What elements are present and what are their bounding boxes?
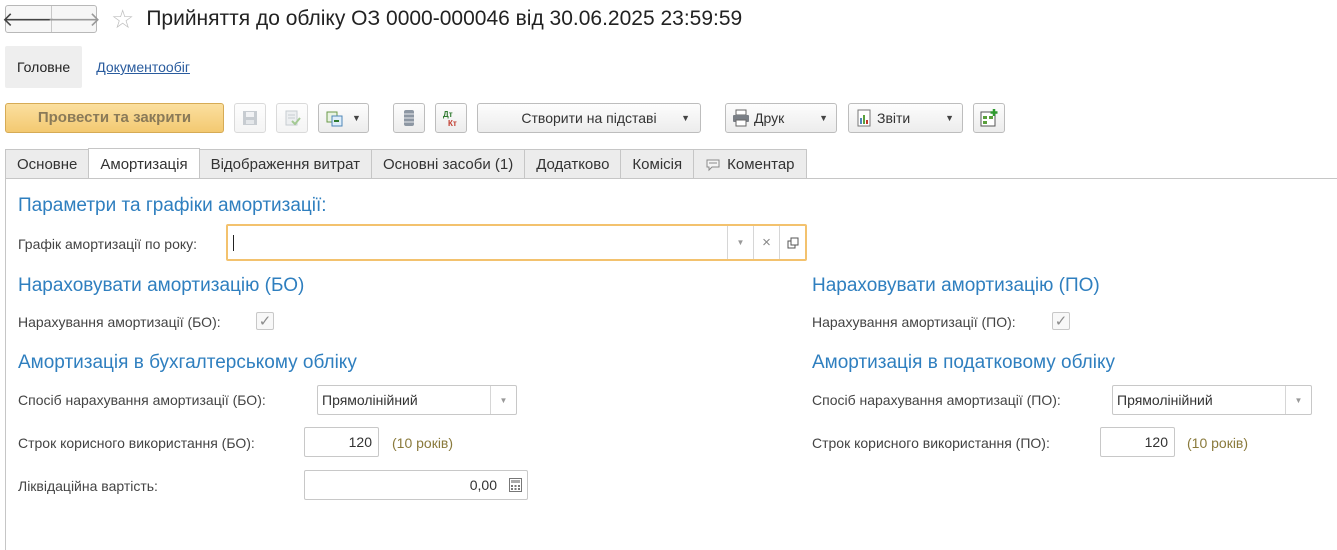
bo-term-value: 120 <box>348 434 372 450</box>
section-workflow-link[interactable]: Документообіг <box>96 59 190 75</box>
po-accrue-label: Нарахування амортизації (ПО): <box>812 314 1016 330</box>
reports-button[interactable]: Звіти ▼ <box>848 102 963 133</box>
schedule-open-button[interactable] <box>779 226 805 259</box>
dropdown-arrow-icon: ▼ <box>945 112 954 123</box>
arrow-right-icon: 🡒 <box>47 8 101 31</box>
reports-label: Звіти <box>877 109 911 126</box>
dropdown-arrow-icon: ▼ <box>681 112 690 123</box>
create-based-on-button[interactable]: Створити на підставі ▼ <box>477 102 701 133</box>
params-heading: Параметри та графіки амортизації: <box>18 195 327 216</box>
print-label: Друк <box>754 109 785 126</box>
po-accrue-heading: Нараховувати амортизацію (ПО) <box>812 275 1100 296</box>
checkmark-icon: ✓ <box>258 313 272 330</box>
favorite-star-icon[interactable]: ☆ <box>111 6 134 32</box>
document-title: Прийняття до обліку ОЗ 0000-000046 від 3… <box>146 7 743 30</box>
structure-add-icon <box>980 108 998 126</box>
title-bar: 🡐 🡒 ☆ Прийняття до обліку ОЗ 0000-000046… <box>2 4 743 34</box>
tab-expense-reflection[interactable]: Відображення витрат <box>198 149 372 179</box>
tab-main[interactable]: Основне <box>5 149 90 179</box>
tab-fixed-assets[interactable]: Основні засоби (1) <box>370 149 526 179</box>
bo-method-label: Спосіб нарахування амортизації (БО): <box>18 392 266 408</box>
dropdown-arrow-icon: ▼ <box>736 238 745 247</box>
tab-bar: Основне Амортизація Відображення витрат … <box>5 148 807 179</box>
forward-button[interactable]: 🡒 <box>47 6 101 32</box>
post-button[interactable] <box>276 102 308 133</box>
calculator-icon <box>508 478 522 492</box>
po-method-select[interactable]: Прямолінійний ▼ <box>1112 385 1312 415</box>
related-documents-icon <box>326 111 343 126</box>
bo-method-value: Прямолінійний <box>322 392 418 408</box>
post-and-close-button[interactable]: Провести та закрити <box>5 102 224 133</box>
debit-credit-icon: ДтКт <box>443 110 457 128</box>
dropdown-arrow-icon: ▼ <box>499 395 508 405</box>
tab-comment-label: Коментар <box>727 156 795 173</box>
printer-icon <box>733 109 749 126</box>
tab-comment[interactable]: Коментар <box>693 149 807 179</box>
bo-accrue-heading: Нараховувати амортизацію (БО) <box>18 275 305 296</box>
save-button[interactable] <box>234 102 266 133</box>
tab-panel-border <box>5 178 1337 179</box>
calculator-button[interactable] <box>503 471 527 499</box>
schedule-dropdown-button[interactable]: ▼ <box>727 226 753 259</box>
save-icon <box>243 110 257 125</box>
create-based-on-label: Створити на підставі <box>521 109 657 126</box>
po-term-hint: (10 років) <box>1187 435 1249 451</box>
svg-text:Дт: Дт <box>443 110 453 119</box>
po-term-label: Строк корисного використання (ПО): <box>812 435 1050 451</box>
bo-method-select[interactable]: Прямолінійний ▼ <box>317 385 517 415</box>
structure-button[interactable] <box>973 102 1005 133</box>
post-document-icon <box>285 110 301 125</box>
bo-term-input[interactable]: 120 <box>304 427 379 457</box>
po-method-label: Спосіб нарахування амортизації (ПО): <box>812 392 1061 408</box>
tab-depreciation[interactable]: Амортизація <box>88 148 200 179</box>
schedule-clear-button[interactable]: × <box>753 226 779 259</box>
bo-accounting-heading: Амортизація в бухгалтерському обліку <box>18 352 357 373</box>
bo-accrue-label: Нарахування амортизації (БО): <box>18 314 221 330</box>
schedule-field[interactable]: ▼ × <box>226 224 807 261</box>
open-window-icon <box>787 237 798 248</box>
bo-accrue-checkbox[interactable]: ✓ <box>256 312 274 330</box>
dropdown-arrow-icon: ▼ <box>352 112 361 123</box>
po-method-dropdown-button[interactable]: ▼ <box>1285 386 1311 414</box>
bo-method-dropdown-button[interactable]: ▼ <box>490 386 516 414</box>
checkmark-icon: ✓ <box>1054 313 1068 330</box>
comment-icon <box>706 159 720 171</box>
bo-term-label: Строк корисного використання (БО): <box>18 435 255 451</box>
tab-additional[interactable]: Додатково <box>524 149 622 179</box>
related-documents-button[interactable]: ▼ <box>318 102 369 133</box>
nav-group: 🡐 🡒 <box>2 5 101 33</box>
liquidation-input[interactable]: 0,00 <box>304 470 528 500</box>
liquidation-label: Ліквідаційна вартість: <box>18 478 158 494</box>
register-movements-button[interactable] <box>393 102 425 133</box>
po-accounting-heading: Амортизація в податковому обліку <box>812 352 1115 373</box>
back-button[interactable]: 🡐 <box>2 6 56 32</box>
clear-icon: × <box>762 234 771 251</box>
po-method-value: Прямолінійний <box>1117 392 1213 408</box>
po-term-input[interactable]: 120 <box>1100 427 1175 457</box>
schedule-label: Графік амортизації по року: <box>18 236 198 252</box>
dropdown-arrow-icon: ▼ <box>1294 395 1303 405</box>
section-bar: Головне Документообіг <box>5 46 190 88</box>
tab-commission[interactable]: Комісія <box>620 149 695 179</box>
debit-credit-button[interactable]: Дт Кт <box>435 102 467 133</box>
print-button[interactable]: Друк ▼ <box>725 102 837 133</box>
po-term-value: 120 <box>1144 434 1168 450</box>
reports-icon <box>857 109 871 126</box>
dropdown-arrow-icon: ▼ <box>819 112 828 123</box>
database-icon <box>404 109 414 126</box>
liquidation-value: 0,00 <box>469 477 497 493</box>
text-cursor <box>233 234 234 251</box>
command-bar: Провести та закрити ▼ Дт Кт Створити на п… <box>5 102 1005 133</box>
panel-left-border <box>5 178 6 550</box>
svg-text:Кт: Кт <box>448 119 457 128</box>
po-accrue-checkbox[interactable]: ✓ <box>1052 312 1070 330</box>
section-main[interactable]: Головне <box>5 46 83 88</box>
bo-term-hint: (10 років) <box>392 435 454 451</box>
